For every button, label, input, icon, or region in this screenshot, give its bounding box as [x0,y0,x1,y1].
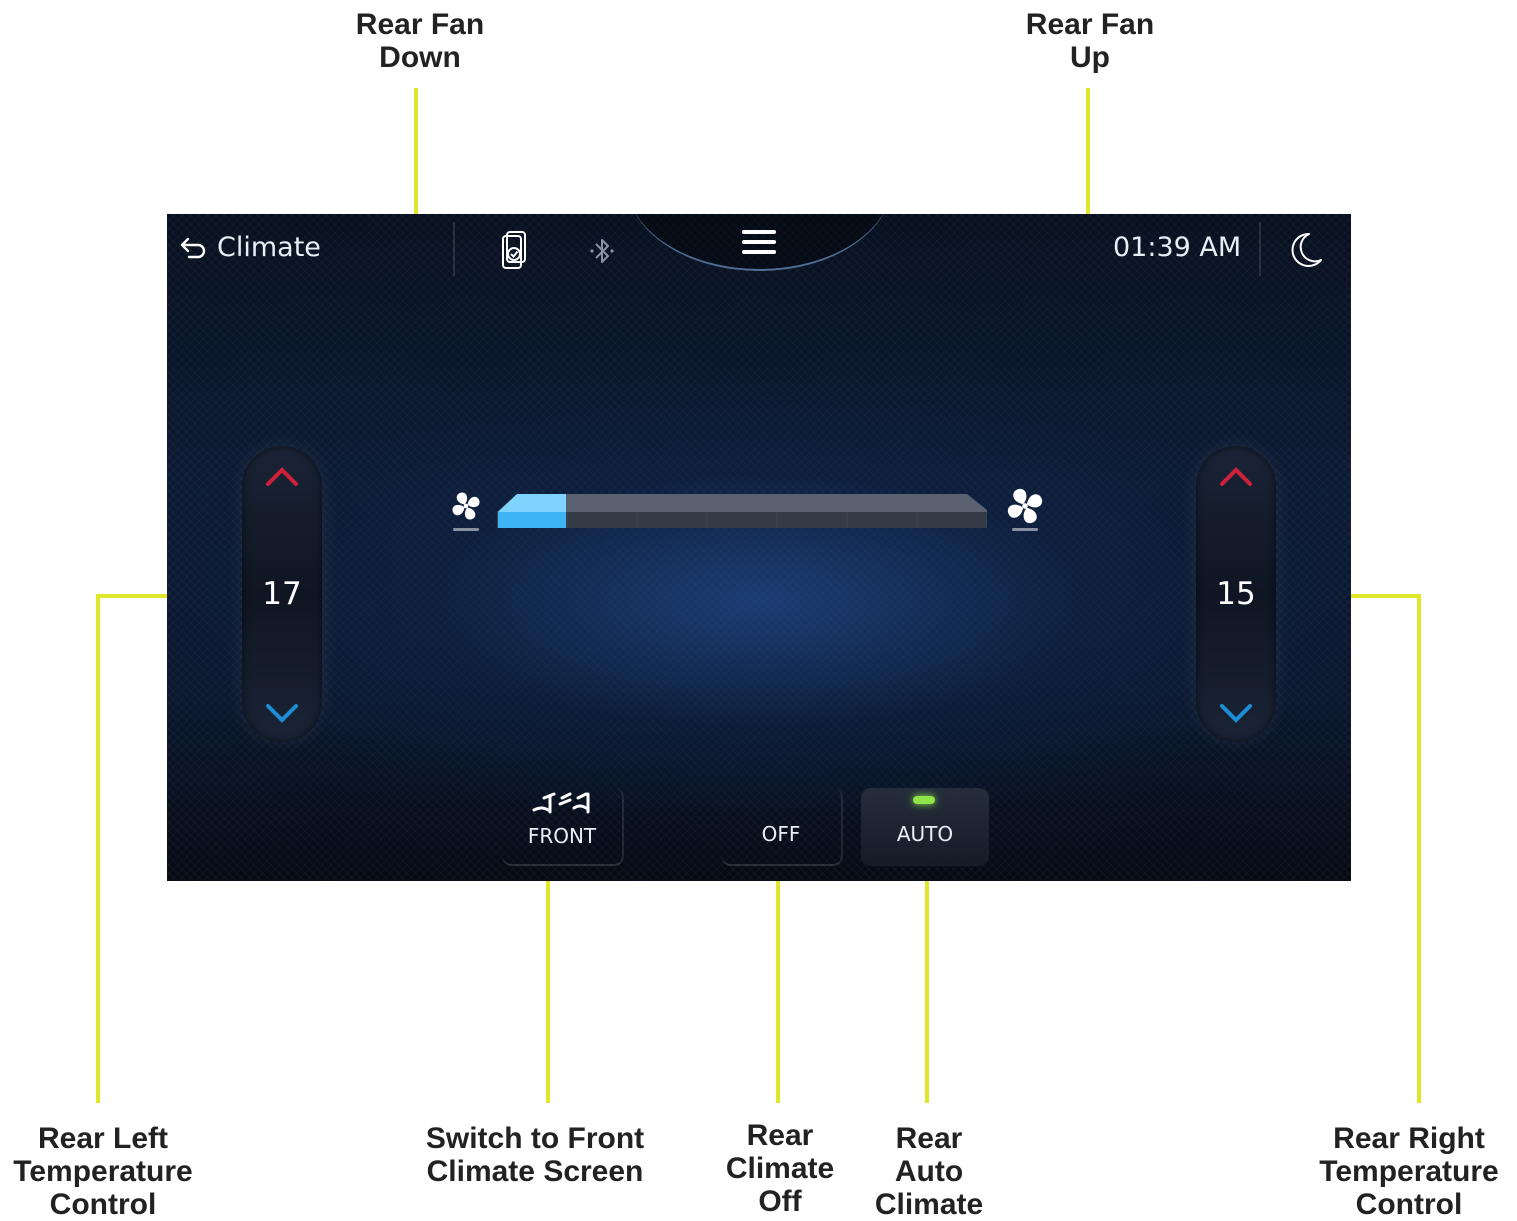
header-divider [1259,222,1261,276]
rear-right-temperature-control: 15 [1196,446,1276,742]
bluetooth-icon[interactable] [587,234,617,268]
fan-level-segment-top [498,494,566,512]
callout-rear-left-temperature: Rear Left Temperature Control [13,1122,193,1221]
temp-down-left-button[interactable] [262,698,302,728]
fan-down-glow [453,528,479,531]
rear-fan-level-bar[interactable] [497,494,987,528]
fan-level-segment [848,512,916,528]
rear-left-temperature-control: 17 [242,446,322,742]
back-button[interactable]: Climate [179,232,321,263]
fan-up-glow [1012,528,1038,531]
rear-fan-up-button[interactable] [1005,488,1045,532]
fan-level-segment [638,512,706,528]
fan-level-segment [708,512,776,528]
temp-up-left-button[interactable] [262,462,302,492]
fan-icon [452,492,480,520]
climate-screen: Climate 01:39 AM 17 15 FRONT OFF AUTO [167,214,1351,881]
callout-rear-right-temperature: Rear Right Temperature Control [1319,1122,1499,1221]
auto-indicator-led [913,796,935,804]
fan-level-segment [568,512,636,528]
rear-climate-off-button[interactable]: OFF [721,788,843,866]
menu-icon[interactable] [741,228,777,256]
screen-title: Climate [217,232,321,263]
seat-airflow-icon [532,792,590,814]
callout-rear-auto-climate: Rear Auto Climate [874,1122,984,1221]
auto-button-label: AUTO [896,822,954,846]
callout-rear-fan-down: Rear Fan Down [355,8,485,74]
left-temperature-value: 17 [262,576,302,612]
temp-down-right-button[interactable] [1216,698,1256,728]
back-arrow-icon [180,237,206,258]
front-button-label: FRONT [527,824,597,848]
callout-switch-to-front: Switch to Front Climate Screen [425,1122,645,1188]
clock: 01:39 AM [1113,232,1242,263]
front-climate-button[interactable]: FRONT [502,788,624,866]
moon-icon[interactable] [1285,230,1325,270]
callout-rear-climate-off: Rear Climate Off [725,1119,835,1218]
rear-auto-climate-button[interactable]: AUTO [861,788,989,866]
right-temperature-value: 15 [1216,576,1256,612]
fan-level-segment [918,512,986,528]
callout-rear-fan-up: Rear Fan Up [1025,8,1155,74]
rear-fan-down-button[interactable] [446,488,486,532]
fan-level-segment [778,512,846,528]
temp-up-right-button[interactable] [1216,462,1256,492]
fan-level-segment [498,512,566,528]
phone-projection-icon[interactable] [499,230,529,272]
off-button-label: OFF [761,822,801,846]
fan-icon [1007,488,1043,524]
header-divider [453,222,455,276]
